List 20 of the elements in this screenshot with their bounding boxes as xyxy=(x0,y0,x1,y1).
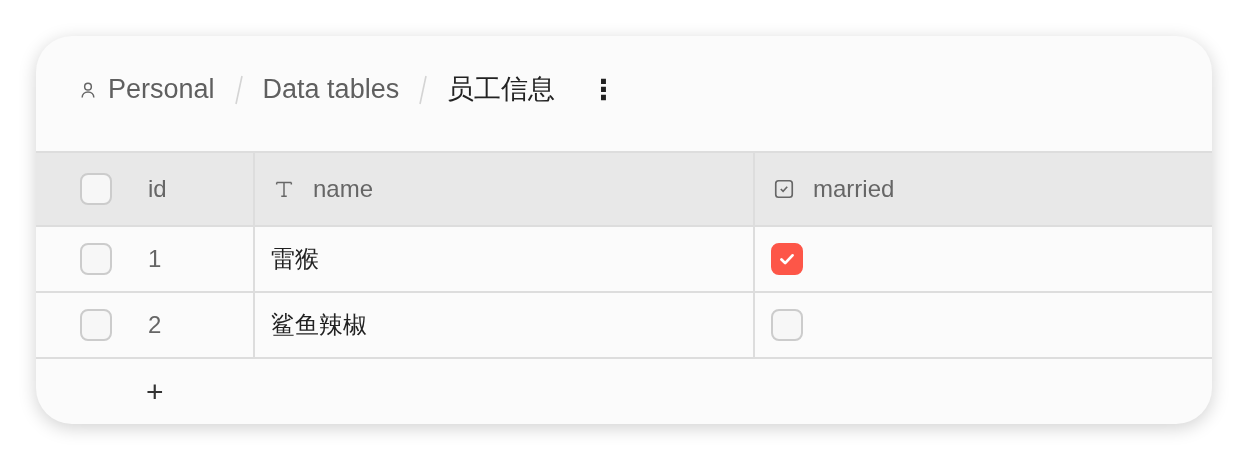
more-button[interactable]: ⋮ xyxy=(583,75,624,104)
married-checkbox[interactable] xyxy=(771,309,803,341)
row-checkbox[interactable] xyxy=(80,243,112,275)
column-header: name xyxy=(313,174,374,204)
table-cell-text: 1 xyxy=(148,244,162,274)
breadcrumb-current: 员工信息 xyxy=(447,73,556,107)
table-cell-text: 鲨鱼辣椒 xyxy=(271,310,367,340)
row-checkbox[interactable] xyxy=(80,309,112,341)
add-row-button[interactable]: + xyxy=(142,377,168,407)
separator-icon xyxy=(234,74,243,105)
married-checkbox[interactable] xyxy=(771,243,803,275)
checkbox-type-icon xyxy=(773,178,795,200)
table-cell-text: 2 xyxy=(148,310,162,340)
column-header: id xyxy=(148,174,167,204)
column-header: married xyxy=(813,174,895,204)
breadcrumb-link[interactable]: Personal xyxy=(108,69,215,110)
breadcrumb-link[interactable]: Data tables xyxy=(262,69,400,110)
separator-icon xyxy=(419,74,428,105)
select-all-checkbox[interactable] xyxy=(80,173,112,205)
table-cell-text: 雷猴 xyxy=(271,244,319,274)
